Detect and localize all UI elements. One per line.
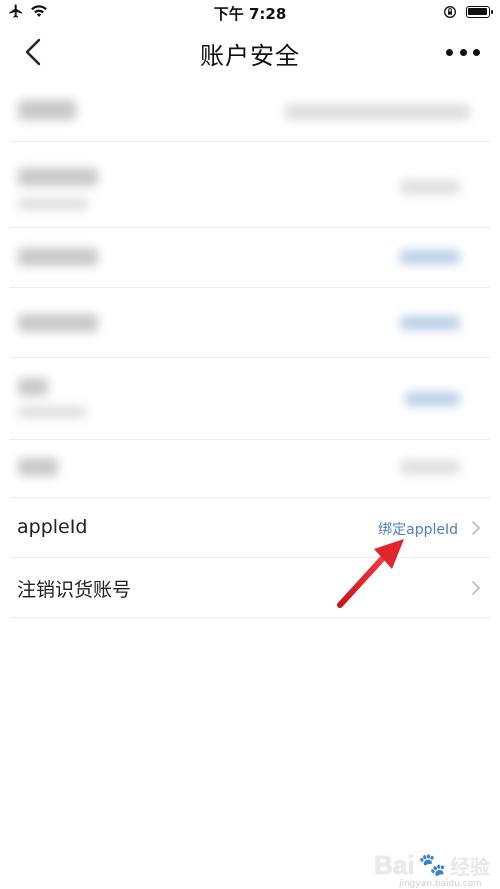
item-label: 注销识货账号 (17, 579, 132, 601)
baidu-watermark: Bai 🐾 经验 (374, 850, 490, 881)
blurred-row[interactable] (0, 228, 500, 288)
blurred-row[interactable] (0, 80, 500, 142)
nav-bar: 账户安全 (0, 24, 500, 80)
watermark-text: 经验 (450, 855, 490, 879)
red-arrow-annotation (337, 539, 404, 608)
battery-icon (466, 6, 493, 18)
chevron-right-icon (472, 581, 481, 595)
item-label: appleId (17, 516, 88, 538)
list-item-appleid[interactable]: appleId 绑定appleId (0, 498, 500, 558)
status-bar: 下午 7:28 (0, 0, 500, 24)
rotation-lock-icon (444, 6, 456, 18)
blurred-row[interactable] (0, 290, 500, 358)
status-right (442, 4, 493, 20)
watermark-logo: Bai (374, 850, 415, 880)
blurred-row[interactable] (0, 358, 500, 440)
chevron-right-icon (472, 521, 481, 535)
list-item-cancel-account[interactable]: 注销识货账号 (0, 558, 500, 618)
paw-icon: 🐾 (418, 853, 446, 878)
page-title: 账户安全 (200, 42, 300, 70)
watermark-url: jingyan.baidu.com (398, 879, 482, 889)
blurred-row[interactable] (0, 142, 500, 228)
status-time: 下午 7:28 (213, 5, 287, 23)
more-dots-icon[interactable] (446, 40, 480, 64)
blurred-row[interactable] (0, 440, 500, 498)
